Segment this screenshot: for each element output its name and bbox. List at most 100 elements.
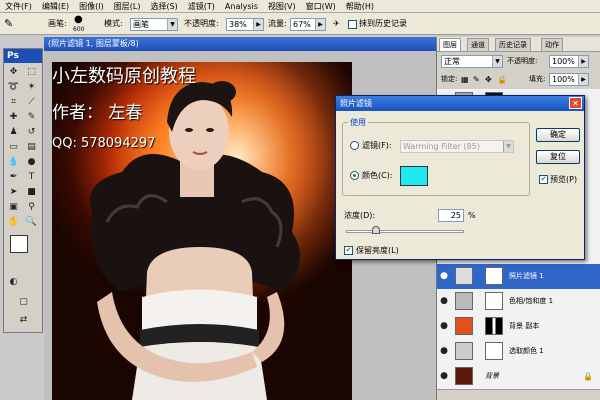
blur-tool-icon[interactable]: 💧 xyxy=(6,155,21,169)
path-select-icon[interactable]: ➤ xyxy=(6,185,21,199)
menu-image[interactable]: 图像(I) xyxy=(74,0,109,13)
menu-edit[interactable]: 编辑(E) xyxy=(37,0,74,13)
use-label: 使用 xyxy=(348,116,368,129)
tab-actions[interactable]: 动作 xyxy=(541,38,563,51)
mode-label: 模式: xyxy=(104,19,123,28)
zoom-tool-icon[interactable]: 🔍 xyxy=(24,215,39,229)
document-title-bar: (照片滤镜 1, 图层蒙板/8) xyxy=(44,37,436,51)
density-label: 浓度(D): xyxy=(344,211,376,220)
layer-row-hue-saturation[interactable]: ● 色相/饱和度 1 xyxy=(437,289,600,315)
eye-icon[interactable]: ● xyxy=(439,271,449,281)
eye-icon[interactable]: ● xyxy=(439,346,449,356)
brush-size: 600 xyxy=(73,26,85,33)
menu-analysis[interactable]: Analysis xyxy=(220,0,263,13)
density-slider-track[interactable] xyxy=(346,230,464,233)
preserve-luminosity-checkbox[interactable]: ✔ xyxy=(344,246,353,255)
reset-button[interactable]: 复位 xyxy=(536,150,580,164)
layer-thumbnail xyxy=(455,367,473,385)
menu-layer[interactable]: 图层(L) xyxy=(109,0,146,13)
flow-label: 流量: xyxy=(268,19,287,28)
healing-tool-icon[interactable]: ✚ xyxy=(6,110,21,124)
eye-icon[interactable]: ● xyxy=(439,321,449,331)
menu-help[interactable]: 帮助(H) xyxy=(341,0,379,13)
pen-tool-icon[interactable]: ✒ xyxy=(6,170,21,184)
layer-thumbnail xyxy=(455,317,473,335)
stamp-tool-icon[interactable]: ♟ xyxy=(6,125,21,139)
move-tool-icon[interactable]: ✥ xyxy=(6,65,21,79)
layer-opacity-label: 不透明度: xyxy=(507,57,538,65)
crop-tool-icon[interactable]: ⌗ xyxy=(6,95,21,109)
density-slider-thumb[interactable] xyxy=(371,226,380,234)
magic-wand-icon[interactable]: ✶ xyxy=(24,80,39,94)
eye-icon[interactable]: ● xyxy=(439,296,449,306)
hand-tool-icon[interactable]: ✋ xyxy=(6,215,21,229)
lock-transparency-icon[interactable]: ▦ xyxy=(461,73,469,86)
close-icon[interactable]: ✕ xyxy=(569,97,582,109)
blend-mode-select[interactable]: 正常 ▼ xyxy=(441,55,503,68)
eyedropper-icon[interactable]: ⚲ xyxy=(24,200,39,214)
density-input[interactable]: 25 xyxy=(438,209,464,222)
menu-view[interactable]: 视图(V) xyxy=(263,0,301,13)
adjustment-layer-icon xyxy=(455,342,473,360)
lock-all-icon[interactable]: 🔒 xyxy=(497,73,507,86)
chevron-right-icon: ▶ xyxy=(315,19,325,30)
layer-row-background[interactable]: ● 背景 🔒 xyxy=(437,364,600,390)
flow-input[interactable]: 67% ▶ xyxy=(290,18,326,31)
slice-tool-icon[interactable]: ⟋ xyxy=(24,95,39,109)
filter-select[interactable]: Warming Filter (85) ▼ xyxy=(400,140,514,153)
quick-mask-icon[interactable]: ◐ xyxy=(6,275,21,289)
layer-row-photo-filter[interactable]: ● 照片滤镜 1 xyxy=(437,264,600,290)
ok-button[interactable]: 确定 xyxy=(536,128,580,142)
color-radio[interactable] xyxy=(350,171,359,180)
layer-name: 选取颜色 1 xyxy=(509,347,544,355)
density-unit: % xyxy=(468,211,476,220)
notes-tool-icon[interactable]: ▣ xyxy=(6,200,21,214)
marquee-tool-icon[interactable]: ⬚ xyxy=(24,65,39,79)
foreground-color-swatch[interactable] xyxy=(10,235,28,253)
lasso-tool-icon[interactable]: ➰ xyxy=(6,80,21,94)
menu-bar: 文件(F) 编辑(E) 图像(I) 图层(L) 选择(S) 滤镜(T) Analysis 视图… xyxy=(0,0,600,13)
tab-history[interactable]: 历史记录 xyxy=(495,38,531,51)
lock-position-icon[interactable]: ✥ xyxy=(485,73,492,86)
menu-window[interactable]: 窗口(W) xyxy=(301,0,341,13)
preview-checkbox[interactable]: ✔ xyxy=(539,175,548,184)
fill-input[interactable]: 100% ▶ xyxy=(549,73,589,86)
canvas-photo[interactable]: 小左数码原创教程 作者： 左春 QQ: 578094297 xyxy=(52,62,352,400)
history-checkbox[interactable] xyxy=(348,20,357,29)
airbrush-icon[interactable]: ✈ xyxy=(333,17,340,30)
lock-image-icon[interactable]: ✎ xyxy=(473,73,480,86)
layer-row-selective-color[interactable]: ● 选取颜色 1 xyxy=(437,339,600,365)
gradient-tool-icon[interactable]: ▤ xyxy=(24,140,39,154)
layer-opacity-input[interactable]: 100% ▶ xyxy=(549,55,589,68)
photo-filter-dialog: 照片滤镜 ✕ 使用 滤镜(F): Warming Filter (85) ▼ 颜色… xyxy=(335,95,585,260)
watermark-author: 作者： 左春 xyxy=(52,103,143,123)
type-tool-icon[interactable]: T xyxy=(24,170,39,184)
fill-label: 填充: xyxy=(529,75,546,83)
eraser-tool-icon[interactable]: ▭ xyxy=(6,140,21,154)
filter-radio[interactable] xyxy=(350,141,359,150)
mode-select[interactable]: 画笔 ▼ xyxy=(130,18,178,31)
brush-tool-icon[interactable]: ✎ xyxy=(24,110,39,124)
opacity-input[interactable]: 38% ▶ xyxy=(226,18,264,31)
watermark-title: 小左数码原创教程 xyxy=(52,66,196,87)
filter-label: 滤镜(F): xyxy=(362,141,392,150)
screen-mode-icon[interactable]: ▢ xyxy=(16,295,31,309)
menu-filter[interactable]: 滤镜(T) xyxy=(183,0,220,13)
eye-icon[interactable]: ● xyxy=(439,371,449,381)
menu-file[interactable]: 文件(F) xyxy=(0,0,37,13)
layer-row-background-copy[interactable]: ● 背景 副本 xyxy=(437,314,600,340)
ps-logo: Ps xyxy=(4,49,42,63)
tab-channels[interactable]: 通道 xyxy=(467,38,489,51)
blend-mode-value: 正常 xyxy=(444,57,460,66)
chevron-right-icon: ▶ xyxy=(578,56,588,67)
flow-value: 67% xyxy=(293,20,311,29)
shape-tool-icon[interactable]: ■ xyxy=(24,185,39,199)
dodge-tool-icon[interactable]: ● xyxy=(24,155,39,169)
brush-tool-icon[interactable]: ✎ xyxy=(4,17,13,30)
history-brush-icon[interactable]: ↺ xyxy=(24,125,39,139)
color-swatch[interactable] xyxy=(400,166,428,186)
jump-to-imageready-icon[interactable]: ⇄ xyxy=(16,313,31,327)
menu-select[interactable]: 选择(S) xyxy=(145,0,182,13)
tab-layers[interactable]: 图层 xyxy=(439,38,461,51)
dialog-title: 照片滤镜 xyxy=(340,99,372,108)
